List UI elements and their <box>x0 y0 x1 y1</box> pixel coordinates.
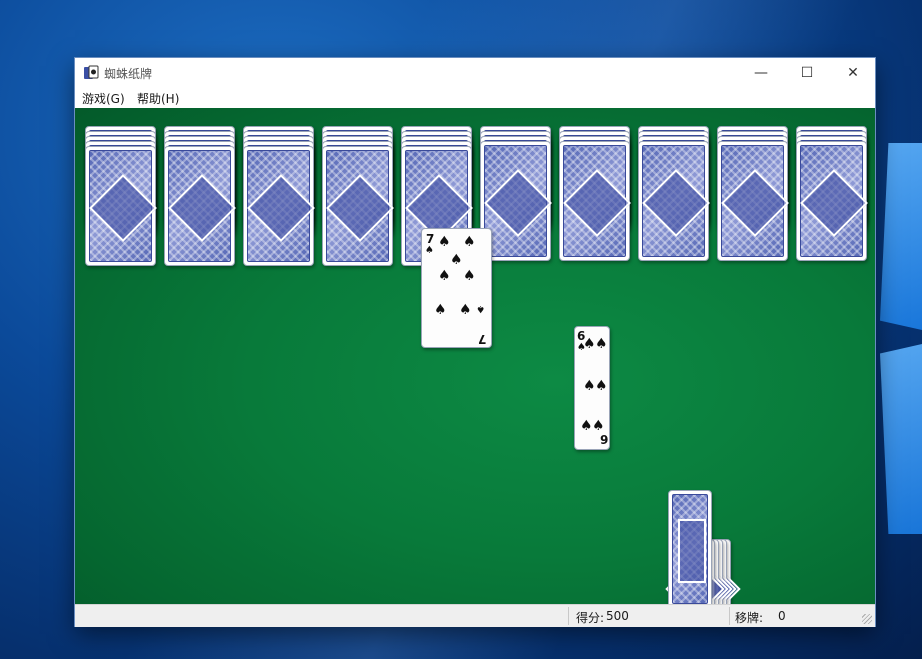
card-rank: 7 <box>478 332 487 346</box>
spade-icon: ♠ <box>595 378 608 394</box>
menu-bar: 游戏(G) 帮助(H) <box>75 88 875 108</box>
score-label: 得分: <box>576 611 605 625</box>
spade-icon: ♠ <box>463 234 476 250</box>
minimize-button[interactable]: — <box>738 58 784 88</box>
stock-card-dealing[interactable] <box>668 490 712 604</box>
spade-icon: ♠ <box>459 302 472 318</box>
tableau-column-top-card[interactable] <box>717 141 788 261</box>
spade-icon: ♠ <box>450 252 463 268</box>
tableau-column-top-card[interactable] <box>559 141 630 261</box>
spider-solitaire-window: 蜘蛛纸牌 — ☐ ✕ 游戏(G) 帮助(H) 7 ♠ ♠ ♠ ♠ ♠ ♠ ♠ ♠… <box>75 58 875 627</box>
spade-icon: ♠ <box>592 418 605 434</box>
tableau-column-top-card[interactable] <box>243 146 314 266</box>
tableau-column-top-card[interactable] <box>164 146 235 266</box>
spade-icon: ♠ <box>434 302 447 318</box>
tableau-column-top-card[interactable] <box>638 141 709 261</box>
spade-icon: ♠ <box>595 336 608 352</box>
maximize-button[interactable]: ☐ <box>784 58 830 88</box>
status-divider <box>729 607 730 625</box>
tableau-column-top-card[interactable] <box>322 146 393 266</box>
card-7-spades[interactable]: 7 ♠ ♠ ♠ ♠ ♠ ♠ ♠ ♠ ♠ 7 <box>421 228 492 348</box>
status-bar: 得分: 500 移牌: 0 <box>75 604 875 627</box>
card-6-spades[interactable]: 6 ♠ ♠ ♠ ♠ ♠ ♠ ♠ 6 <box>574 326 610 450</box>
game-board[interactable]: 7 ♠ ♠ ♠ ♠ ♠ ♠ ♠ ♠ ♠ 7 6 ♠ ♠ ♠ ♠ ♠ ♠ ♠ 6 <box>75 108 875 604</box>
spade-icon: ♠ <box>425 245 434 256</box>
close-button[interactable]: ✕ <box>830 58 876 88</box>
moves-label: 移牌: <box>735 611 764 625</box>
tableau-column-top-card[interactable] <box>796 141 867 261</box>
spider-app-icon <box>84 65 99 79</box>
status-divider <box>568 607 569 625</box>
tableau-column-top-card[interactable] <box>85 146 156 266</box>
spade-icon: ♠ <box>438 234 451 250</box>
spade-icon: ♠ <box>476 303 485 314</box>
spade-icon: ♠ <box>438 268 451 284</box>
spade-icon: ♠ <box>583 336 596 352</box>
spade-icon: ♠ <box>580 418 593 434</box>
card-rank: 6 <box>600 432 609 446</box>
window-title: 蜘蛛纸牌 <box>104 67 153 81</box>
menu-game[interactable]: 游戏(G) <box>82 90 125 107</box>
spade-icon: ♠ <box>463 268 476 284</box>
spade-icon: ♠ <box>583 378 596 394</box>
title-bar[interactable]: 蜘蛛纸牌 — ☐ ✕ <box>75 58 875 88</box>
score-value: 500 <box>606 609 629 623</box>
menu-help[interactable]: 帮助(H) <box>137 90 179 107</box>
resize-grip[interactable] <box>862 614 872 624</box>
moves-value: 0 <box>778 609 786 623</box>
